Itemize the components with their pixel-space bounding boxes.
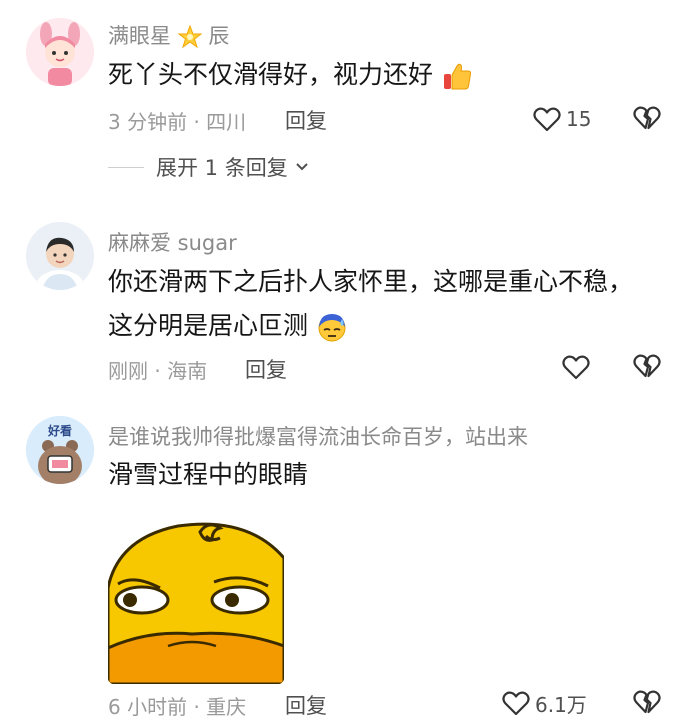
like-button[interactable]: 6.1万 xyxy=(501,688,587,718)
comment-meta: 3 分钟前 · 四川 xyxy=(108,106,246,135)
username[interactable]: 是谁说我帅得批爆富得流油长命百岁，站出来 xyxy=(108,421,528,451)
like-count: 6.1万 xyxy=(535,692,587,717)
duck-face-sticker xyxy=(108,518,284,684)
expand-replies-label: 展开 1 条回复 xyxy=(156,156,288,180)
broken-heart-icon xyxy=(633,690,661,714)
reply-button[interactable]: 回复 xyxy=(285,105,327,135)
avatar-bear-sticker: 好看 xyxy=(26,416,94,484)
chevron-down-icon xyxy=(296,163,308,171)
avatar[interactable]: 好看 xyxy=(26,416,94,484)
username[interactable]: 满眼星 辰 xyxy=(108,20,229,50)
comment-meta: 6 小时前 · 重庆 xyxy=(108,691,246,720)
comment-3: 好看 是谁说我帅得批爆富得流油长命百岁，站出来 滑雪过程中的眼睛 6 小时前 ·… xyxy=(0,400,690,722)
expand-divider xyxy=(108,166,144,168)
avatar-boy-photo xyxy=(26,222,94,290)
expand-replies-button[interactable]: 展开 1 条回复 xyxy=(108,152,312,182)
comment-text-content: 这分明是居心叵测 xyxy=(108,311,309,340)
time-location: 3 分钟前 · 四川 xyxy=(108,110,247,134)
heart-outline-icon xyxy=(502,691,530,716)
comment-1: 满眼星 辰 死丫头不仅滑得好，视力还好 3 分钟前 · 四川 回复 15 展开 … xyxy=(0,0,690,200)
comment-meta: 刚刚 · 海南 xyxy=(108,355,207,384)
time-location: 6 小时前 · 重庆 xyxy=(108,695,247,719)
like-count: 15 xyxy=(566,107,592,131)
comment-text: 死丫头不仅滑得好，视力还好 xyxy=(108,54,473,96)
dislike-button[interactable] xyxy=(632,352,664,382)
comment-text-line-1: 你还滑两下之后扑人家怀里，这哪是重心不稳， xyxy=(108,267,634,296)
star-emoji-icon xyxy=(177,25,202,49)
reply-button[interactable]: 回复 xyxy=(285,690,327,720)
sweat-face-emoji-icon xyxy=(318,314,346,342)
comment-2: 麻麻爱 sugar 你还滑两下之后扑人家怀里，这哪是重心不稳， 这分明是居心叵测… xyxy=(0,200,690,400)
like-button[interactable] xyxy=(561,352,591,382)
dislike-button[interactable] xyxy=(632,104,664,134)
comment-text-content: 死丫头不仅滑得好，视力还好 xyxy=(108,60,434,89)
dislike-button[interactable] xyxy=(632,688,664,718)
username-part-2: 辰 xyxy=(208,24,230,48)
avatar-badge-text: 好看 xyxy=(47,423,72,438)
avatar-girl-image xyxy=(26,18,94,86)
broken-heart-icon xyxy=(633,106,661,130)
time-location: 刚刚 · 海南 xyxy=(108,359,208,383)
thumbs-up-emoji-icon xyxy=(443,63,472,90)
comment-text-line-2: 这分明是居心叵测 xyxy=(108,305,348,347)
like-button[interactable]: 15 xyxy=(532,104,591,134)
heart-outline-icon xyxy=(562,355,590,380)
heart-outline-icon xyxy=(533,107,561,132)
username-part-1: 满眼星 xyxy=(108,24,171,48)
comment-text: 滑雪过程中的眼睛 xyxy=(108,460,309,489)
username[interactable]: 麻麻爱 sugar xyxy=(108,227,237,257)
duck-sticker-image[interactable] xyxy=(108,518,284,684)
avatar[interactable] xyxy=(26,18,94,86)
avatar[interactable] xyxy=(26,222,94,290)
reply-button[interactable]: 回复 xyxy=(245,354,287,384)
broken-heart-icon xyxy=(633,354,661,378)
